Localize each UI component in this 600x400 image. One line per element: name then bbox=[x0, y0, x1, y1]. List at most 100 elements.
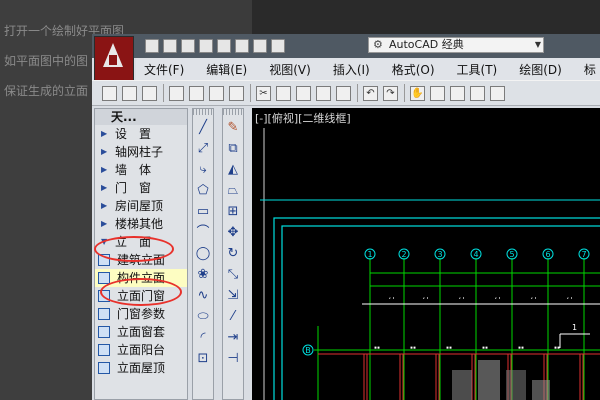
palette-subitem-label: 立面阳台 bbox=[117, 343, 166, 357]
menu-draw[interactable]: 绘图(D) bbox=[519, 61, 562, 78]
menu-insert[interactable]: 插入(I) bbox=[333, 61, 370, 78]
svg-text:ʻʼ: ʻʼ bbox=[458, 297, 465, 304]
instruction-line-2: 如平面图中的图 bbox=[4, 54, 89, 68]
trim-icon[interactable]: ⁄ bbox=[225, 309, 241, 325]
palette-subitem-elevation-balcony[interactable]: 立面阳台 bbox=[95, 341, 187, 359]
print-icon[interactable] bbox=[235, 39, 249, 53]
menu-bar: 文件(F) 编辑(E) 视图(V) 插入(I) 格式(O) 工具(T) 绘图(D… bbox=[136, 58, 600, 80]
extend-icon[interactable]: ⇥ bbox=[225, 330, 241, 346]
zoom-realtime-icon[interactable] bbox=[430, 85, 445, 101]
circle-icon[interactable]: ◯ bbox=[195, 246, 211, 262]
spline-icon[interactable]: ∿ bbox=[195, 288, 211, 304]
palette-title: 天... bbox=[95, 109, 187, 125]
axis-label-5: 5 bbox=[509, 250, 514, 259]
zoom-previous-icon[interactable] bbox=[470, 85, 485, 101]
svg-text:▪▪: ▪▪ bbox=[554, 345, 560, 351]
publish-icon[interactable] bbox=[217, 39, 231, 53]
redo-icon[interactable]: ↷ bbox=[383, 85, 398, 101]
scale-icon[interactable]: ⤡ bbox=[225, 267, 241, 283]
move-icon[interactable]: ✥ bbox=[225, 225, 241, 241]
floor-plan-drawing: 1 2 3 4 5 6 7 B ʻʼ ʻʼ ʻʼ ʻʼ ʻʼ ʻʼ 1 ▪▪ ▪… bbox=[260, 128, 600, 400]
open-icon[interactable] bbox=[122, 85, 137, 101]
qnew-icon[interactable] bbox=[102, 85, 117, 101]
svg-text:▪▪: ▪▪ bbox=[482, 345, 488, 351]
publish-icon[interactable] bbox=[209, 85, 224, 101]
erase-icon[interactable]: ✎ bbox=[225, 120, 241, 136]
door-window-params-icon bbox=[98, 308, 110, 320]
break-icon[interactable]: ⊣ bbox=[225, 351, 241, 367]
menu-format[interactable]: 格式(O) bbox=[392, 61, 435, 78]
svg-text:ʻʼ: ʻʼ bbox=[388, 297, 395, 304]
window-casing-icon bbox=[98, 326, 110, 338]
workspace-label: AutoCAD 经典 bbox=[389, 38, 464, 51]
workspace-select[interactable]: ⚙ AutoCAD 经典 ▼ bbox=[368, 37, 544, 53]
svg-text:▪▪: ▪▪ bbox=[374, 345, 380, 351]
undo-icon[interactable] bbox=[253, 39, 267, 53]
copy-icon[interactable] bbox=[276, 85, 291, 101]
modify-toolbar: ✎ ⧉ ◭ ⏢ ⊞ ✥ ↻ ⤡ ⇲ ⁄ ⇥ ⊣ bbox=[222, 108, 244, 400]
palette-subitem-elevation-roof[interactable]: 立面屋顶 bbox=[95, 359, 187, 377]
zoom-window-icon[interactable] bbox=[450, 85, 465, 101]
arc-icon[interactable]: ⌒ bbox=[195, 225, 211, 241]
palette-item-walls[interactable]: ▶ 墙 体 bbox=[95, 161, 187, 179]
offset-icon[interactable]: ⏢ bbox=[225, 183, 241, 199]
svg-text:▪▪: ▪▪ bbox=[410, 345, 416, 351]
block-editor-icon[interactable] bbox=[336, 85, 351, 101]
paste-icon[interactable] bbox=[296, 85, 311, 101]
palette-item-axis-columns[interactable]: ▶ 轴网柱子 bbox=[95, 143, 187, 161]
array-icon[interactable]: ⊞ bbox=[225, 204, 241, 220]
revision-cloud-icon[interactable]: ❀ bbox=[195, 267, 211, 283]
open-file-icon[interactable] bbox=[163, 39, 177, 53]
drawing-canvas[interactable]: [-][俯视][二维线框] 1 2 3 4 5 6 7 B ʻʼ ʻʼ ʻʼ ʻ… bbox=[252, 108, 600, 400]
construction-line-icon[interactable]: ⤢ bbox=[195, 141, 211, 157]
polygon-icon[interactable]: ⬠ bbox=[195, 183, 211, 199]
mirror-icon[interactable]: ◭ bbox=[225, 162, 241, 178]
palette-item-stairs-other[interactable]: ▶ 楼梯其他 bbox=[95, 215, 187, 233]
rectangle-icon[interactable]: ▭ bbox=[195, 204, 211, 220]
palette-subitem-door-window-params[interactable]: 门窗参数 bbox=[95, 305, 187, 323]
ellipse-icon[interactable]: ⬭ bbox=[195, 309, 211, 325]
copy-object-icon[interactable]: ⧉ bbox=[225, 141, 241, 157]
save-icon[interactable] bbox=[142, 85, 157, 101]
insert-block-icon[interactable]: ⊡ bbox=[195, 351, 211, 367]
redo-icon[interactable] bbox=[271, 39, 285, 53]
save-as-icon[interactable] bbox=[199, 39, 213, 53]
preview-icon[interactable] bbox=[189, 85, 204, 101]
line-icon[interactable]: ╱ bbox=[195, 120, 211, 136]
expand-arrow-icon: ▶ bbox=[101, 147, 108, 156]
cut-icon[interactable]: ✂ bbox=[256, 85, 271, 101]
undo-icon[interactable]: ↶ bbox=[363, 85, 378, 101]
menu-edit[interactable]: 编辑(E) bbox=[206, 61, 247, 78]
plot-icon[interactable] bbox=[169, 85, 184, 101]
balcony-icon bbox=[98, 344, 110, 356]
palette-item-settings[interactable]: ▶ 设 置 bbox=[95, 125, 187, 143]
palette-item-rooms-roofs[interactable]: ▶ 房间屋顶 bbox=[95, 197, 187, 215]
palette-item-doors-windows[interactable]: ▶ 门 窗 bbox=[95, 179, 187, 197]
pan-icon[interactable]: ✋ bbox=[410, 85, 425, 101]
palette-subitem-label: 门窗参数 bbox=[117, 307, 166, 321]
row-label: B bbox=[305, 346, 311, 355]
save-icon[interactable] bbox=[181, 39, 195, 53]
standard-toolbar: ✂ ↶ ↷ ✋ bbox=[92, 80, 600, 106]
rotate-icon[interactable]: ↻ bbox=[225, 246, 241, 262]
ellipse-arc-icon[interactable]: ◜ bbox=[195, 330, 211, 346]
match-properties-icon[interactable] bbox=[316, 85, 331, 101]
palette-item-label: 设 置 bbox=[115, 127, 152, 141]
palette-item-label: 门 窗 bbox=[115, 181, 152, 195]
draw-toolbar: ╱ ⤢ ⤷ ⬠ ▭ ⌒ ◯ ❀ ∿ ⬭ ◜ ⊡ bbox=[192, 108, 214, 400]
properties-icon[interactable] bbox=[490, 85, 505, 101]
svg-text:▪▪: ▪▪ bbox=[446, 345, 452, 351]
menu-view[interactable]: 视图(V) bbox=[269, 61, 311, 78]
3d-dwf-icon[interactable] bbox=[229, 85, 244, 101]
autocad-logo-button[interactable] bbox=[94, 36, 134, 82]
menu-dimension[interactable]: 标 bbox=[584, 61, 596, 78]
svg-text:ʻʼ: ʻʼ bbox=[494, 297, 501, 304]
polyline-icon[interactable]: ⤷ bbox=[195, 162, 211, 178]
new-file-icon[interactable] bbox=[145, 39, 159, 53]
palette-item-label: 墙 体 bbox=[115, 163, 152, 177]
palette-subitem-window-casing[interactable]: 立面窗套 bbox=[95, 323, 187, 341]
stretch-icon[interactable]: ⇲ bbox=[225, 288, 241, 304]
menu-tools[interactable]: 工具(T) bbox=[457, 61, 498, 78]
menu-file[interactable]: 文件(F) bbox=[144, 61, 184, 78]
chevron-down-icon: ▼ bbox=[534, 40, 541, 49]
